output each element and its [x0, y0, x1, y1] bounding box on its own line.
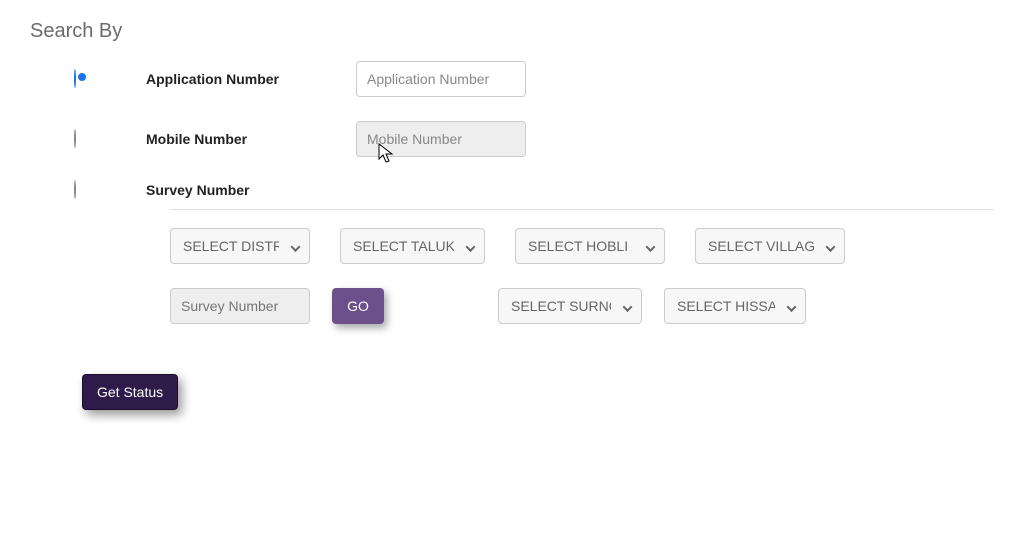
- radio-mobile[interactable]: [74, 129, 76, 148]
- select-hobli[interactable]: SELECT HOBLI: [515, 228, 665, 264]
- application-field-col: [356, 61, 526, 97]
- select-hissa[interactable]: SELECT HISSA: [664, 288, 806, 324]
- radio-application-col: [74, 70, 146, 88]
- select-district-label: SELECT DISTRICT: [183, 238, 279, 254]
- select-hissa-label: SELECT HISSA: [677, 298, 775, 314]
- get-status-button[interactable]: Get Status: [82, 374, 178, 410]
- option-mobile-row: Mobile Number: [30, 121, 994, 157]
- mobile-number-input: [356, 121, 526, 157]
- select-taluk[interactable]: SELECT TALUK: [340, 228, 485, 264]
- select-surnoc-label: SELECT SURNOC: [511, 298, 611, 314]
- label-survey: Survey Number: [146, 182, 356, 198]
- chevron-down-icon: [466, 242, 476, 252]
- separator: [170, 209, 994, 210]
- survey-number-input: [170, 288, 310, 324]
- label-application: Application Number: [146, 71, 356, 87]
- chevron-down-icon: [787, 302, 797, 312]
- chevron-down-icon: [291, 242, 301, 252]
- radio-mobile-col: [74, 130, 146, 148]
- search-form: Search By Application Number Mobile Numb…: [30, 20, 994, 410]
- option-survey-header-row: Survey Number: [30, 181, 994, 199]
- go-button[interactable]: GO: [332, 288, 384, 324]
- select-village[interactable]: SELECT VILLAGE: [695, 228, 845, 264]
- label-mobile: Mobile Number: [146, 131, 356, 147]
- chevron-down-icon: [623, 302, 633, 312]
- page-title: Search By: [30, 20, 994, 43]
- radio-survey-col: [74, 181, 146, 199]
- select-surnoc[interactable]: SELECT SURNOC: [498, 288, 642, 324]
- mobile-field-col: [356, 121, 526, 157]
- select-taluk-label: SELECT TALUK: [353, 238, 454, 254]
- survey-row-2: GO SELECT SURNOC SELECT HISSA: [170, 288, 994, 324]
- survey-controls: SELECT DISTRICT SELECT TALUK SELECT HOBL…: [30, 209, 994, 324]
- select-hobli-label: SELECT HOBLI: [528, 238, 628, 254]
- option-application-row: Application Number: [30, 61, 994, 97]
- option-survey-block: Survey Number SELECT DISTRICT SELECT TAL…: [30, 181, 994, 324]
- application-number-input[interactable]: [356, 61, 526, 97]
- survey-row-1: SELECT DISTRICT SELECT TALUK SELECT HOBL…: [170, 228, 994, 264]
- radio-survey[interactable]: [74, 180, 76, 199]
- radio-application[interactable]: [74, 69, 76, 88]
- select-district[interactable]: SELECT DISTRICT: [170, 228, 310, 264]
- chevron-down-icon: [826, 242, 836, 252]
- select-village-label: SELECT VILLAGE: [708, 238, 814, 254]
- chevron-down-icon: [646, 242, 656, 252]
